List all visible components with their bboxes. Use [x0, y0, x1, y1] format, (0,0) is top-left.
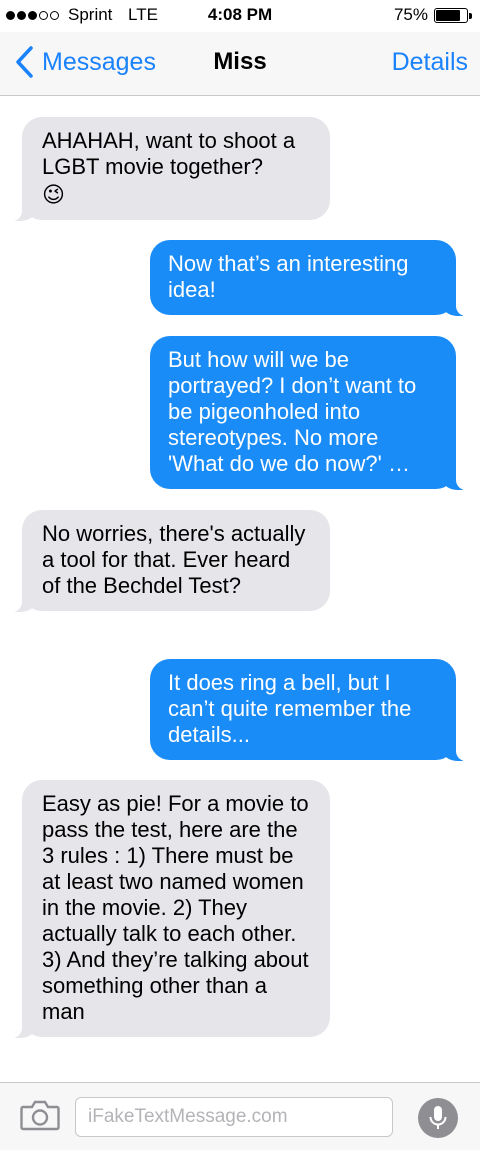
battery-icon: [434, 8, 468, 23]
input-bar: [0, 1082, 480, 1150]
microphone-icon[interactable]: [418, 1098, 458, 1138]
camera-icon[interactable]: [20, 1099, 60, 1131]
message-text: Easy as pie! For a movie to pass the tes…: [42, 791, 309, 1024]
incoming-message-bubble[interactable]: No worries, there's actually a tool for …: [10, 510, 330, 612]
incoming-message-bubble[interactable]: AHAHAH, want to shoot a LGBT movie toget…: [10, 117, 330, 221]
outgoing-message-bubble[interactable]: It does ring a bell, but I can’t quite r…: [150, 659, 468, 761]
battery-percent: 75%: [393, 5, 428, 24]
message-text: But how will we be portrayed? I don’t wa…: [168, 347, 417, 476]
message-thread[interactable]: AHAHAH, want to shoot a LGBT movie toget…: [0, 96, 480, 1082]
outgoing-message-bubble[interactable]: Now that’s an interesting idea!: [150, 240, 468, 316]
message-text: No worries, there's actually a tool for …: [42, 521, 306, 598]
details-button[interactable]: Details: [392, 48, 468, 77]
outgoing-message-bubble[interactable]: But how will we be portrayed? I don’t wa…: [150, 336, 468, 490]
status-bar: Sprint LTE 4:08 PM 75%: [0, 0, 480, 32]
incoming-message-bubble[interactable]: Easy as pie! For a movie to pass the tes…: [10, 780, 330, 1038]
message-input[interactable]: [75, 1097, 393, 1137]
message-text: Now that’s an interesting idea!: [168, 251, 409, 302]
message-text: AHAHAH, want to shoot a LGBT movie toget…: [42, 128, 296, 179]
microphone-glyph: [429, 1106, 447, 1129]
message-text: It does ring a bell, but I can’t quite r…: [168, 670, 412, 747]
winking-face-emoji-icon: 😉: [42, 182, 65, 207]
battery-tip: [469, 13, 472, 19]
navigation-bar: Messages Miss Details: [0, 32, 480, 96]
